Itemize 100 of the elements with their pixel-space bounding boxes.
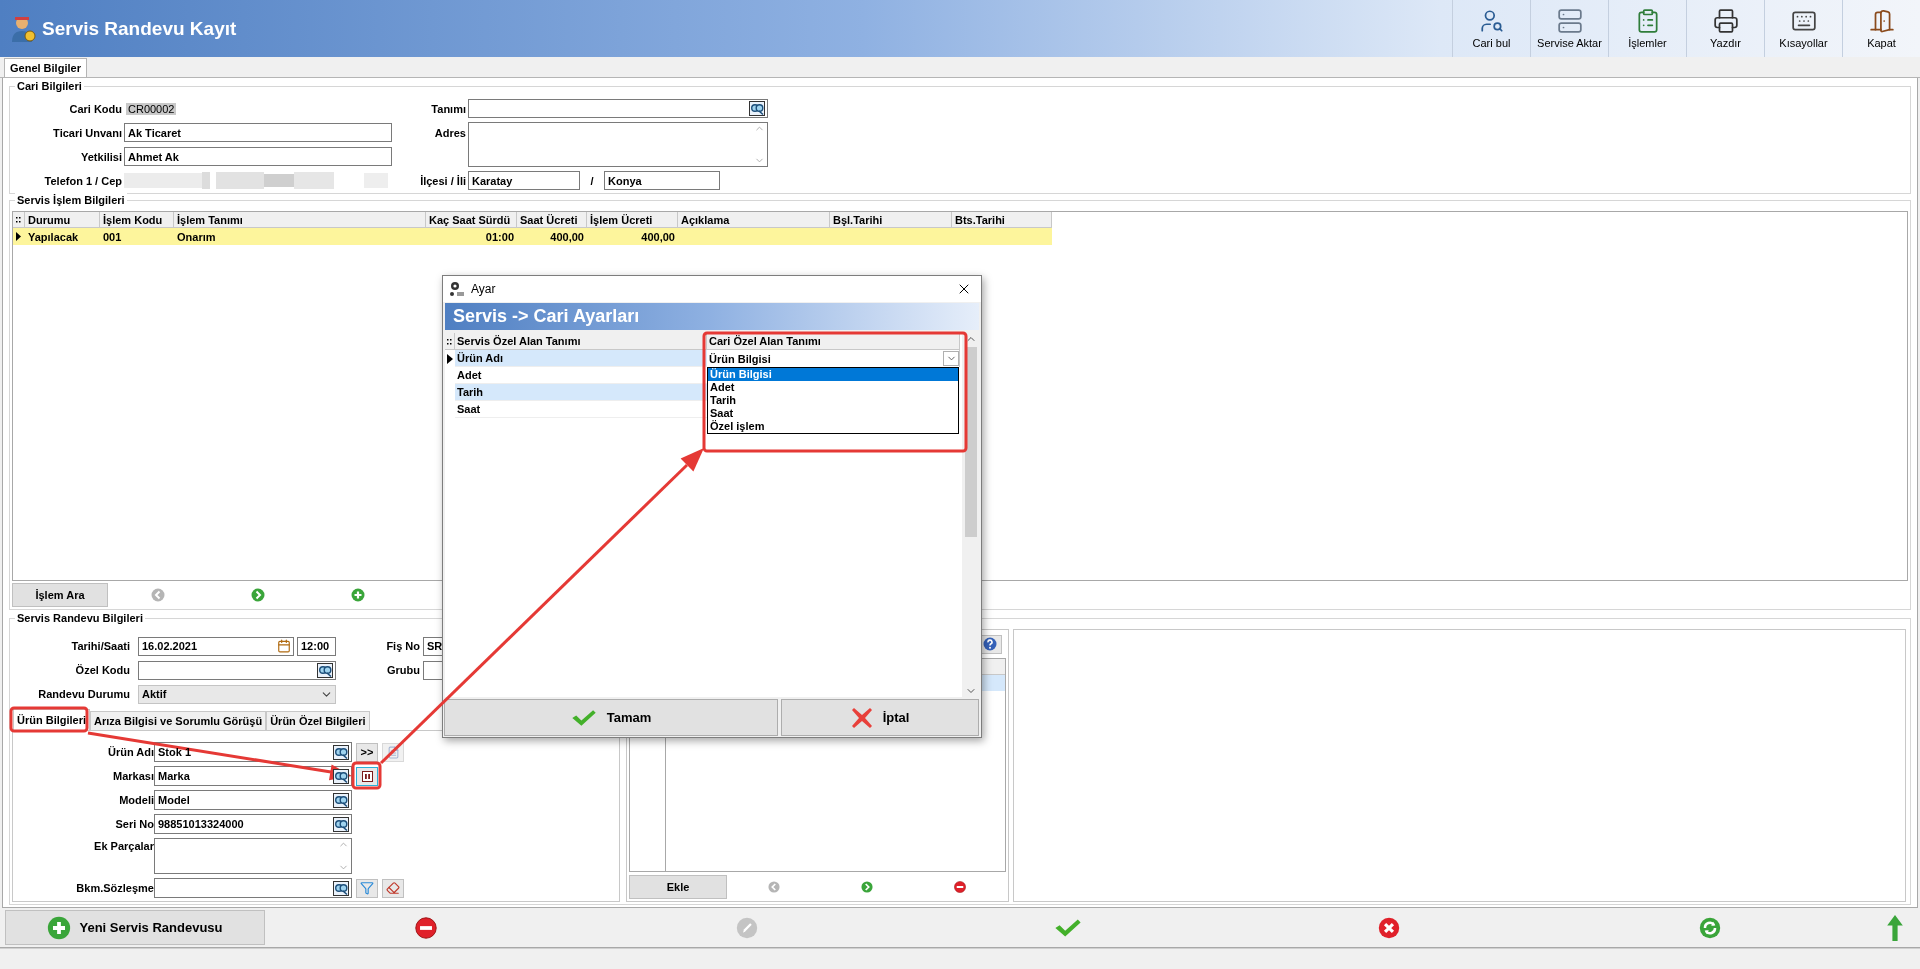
- printer-icon: [1712, 8, 1739, 34]
- field-label: Modeli: [118, 794, 154, 806]
- column-header[interactable]: Bts.Tarihi: [952, 212, 1052, 228]
- text-field[interactable]: Ak Ticaret: [124, 123, 392, 142]
- text-field[interactable]: [154, 878, 352, 898]
- column-header[interactable]: Bşl.Tarihi: [830, 212, 952, 228]
- field-label: Yetkilisi: [80, 150, 122, 163]
- group-title: Cari Bilgileri: [15, 79, 84, 93]
- field-label: Ek Parçalar: [93, 840, 154, 852]
- square-icon: [361, 770, 373, 782]
- table-cell-text: 400,00: [640, 229, 676, 245]
- field-label: Adres: [433, 126, 466, 139]
- grip-icon: [447, 337, 452, 345]
- toolbar-button[interactable]: Cari bul: [1452, 0, 1530, 57]
- settings-button[interactable]: [356, 766, 378, 786]
- toolbar-button[interactable]: Kısayollar: [1764, 0, 1842, 57]
- door-icon: [1868, 8, 1895, 34]
- column-header[interactable]: İşlem Tanımı: [174, 212, 426, 228]
- dropdown-option[interactable]: Özel işlem: [708, 420, 958, 433]
- eraser-button[interactable]: [382, 878, 404, 898]
- field-label: Ürün Adı: [106, 746, 154, 758]
- code-value: CR00002: [126, 102, 177, 115]
- column-header[interactable]: Kaç Saat Sürdü: [426, 212, 517, 228]
- form-button[interactable]: [382, 742, 404, 762]
- search-icon[interactable]: [333, 816, 349, 832]
- tab[interactable]: Arıza Bilgisi ve Sorumlu Görüşü: [90, 711, 267, 730]
- text-field[interactable]: Karatay: [468, 171, 580, 190]
- refresh-icon[interactable]: [1698, 916, 1721, 939]
- cancel-button[interactable]: İptal: [781, 699, 979, 736]
- dropdown-option[interactable]: Ürün Bilgisi: [708, 368, 958, 381]
- x-icon: [850, 706, 873, 729]
- search-icon[interactable]: [317, 662, 333, 678]
- minus-circle-icon[interactable]: [953, 880, 966, 893]
- search-button[interactable]: İşlem Ara: [12, 583, 108, 607]
- text-field[interactable]: Ahmet Ak: [124, 147, 392, 166]
- keyboard-icon: [1790, 8, 1817, 34]
- field-label: Grubu: [386, 664, 420, 676]
- search-icon[interactable]: [333, 792, 349, 808]
- toolbar-button[interactable]: Servise Aktar: [1530, 0, 1608, 57]
- ok-button[interactable]: Tamam: [444, 699, 778, 736]
- column-header[interactable]: Durumu: [25, 212, 100, 228]
- field-label: Ticari Unvanı: [52, 126, 122, 139]
- calendar-icon[interactable]: [277, 639, 291, 653]
- dialog-heading: Servis -> Cari Ayarları: [453, 306, 640, 327]
- field-label: Tanımı: [430, 102, 466, 115]
- column-header[interactable]: İşlem Kodu: [100, 212, 174, 228]
- new-appointment-button[interactable]: Yeni Servis Randevusu: [5, 910, 265, 945]
- search-icon[interactable]: [333, 768, 349, 784]
- date-field[interactable]: 16.02.2021: [138, 636, 294, 656]
- text-field[interactable]: [468, 99, 768, 118]
- minus-circle-icon[interactable]: [414, 916, 437, 939]
- text-field[interactable]: [138, 660, 336, 680]
- column-header[interactable]: Açıklama: [678, 212, 830, 228]
- search-icon[interactable]: [333, 880, 349, 896]
- tab[interactable]: Ürün Özel Bilgileri: [266, 711, 370, 730]
- document-icon: [386, 745, 400, 759]
- search-icon[interactable]: [333, 744, 349, 760]
- gear-icon: [449, 281, 465, 297]
- x-circle-icon[interactable]: [1377, 916, 1400, 939]
- field-select[interactable]: Ürün Bilgisi: [707, 350, 960, 367]
- dropdown-option[interactable]: Saat: [708, 407, 958, 420]
- help-icon: [983, 637, 997, 651]
- field-label: Markası: [112, 770, 154, 782]
- dropdown-option[interactable]: Tarih: [708, 394, 958, 407]
- table-cell-text: 01:00: [484, 229, 515, 245]
- time-field[interactable]: 12:00: [297, 636, 336, 656]
- field-label: Fiş No: [385, 640, 420, 652]
- field-label: Telefon 1 / Cep: [43, 174, 122, 187]
- more-button[interactable]: >>: [356, 742, 378, 762]
- status-select[interactable]: Aktif: [138, 684, 336, 704]
- grip-icon: [16, 216, 21, 223]
- highlight-frame: [351, 761, 382, 790]
- filter-button[interactable]: [356, 878, 378, 898]
- toolbar-button[interactable]: Yazdır: [1686, 0, 1764, 57]
- column-header[interactable]: Servis Özel Alan Tanımı: [455, 333, 707, 350]
- field-label: Cari Kodu: [68, 102, 122, 115]
- add-button[interactable]: Ekle: [629, 874, 727, 899]
- separator-text: /: [589, 174, 595, 187]
- search-icon[interactable]: [749, 101, 765, 116]
- dialog-title: Ayar: [471, 282, 496, 296]
- text-field[interactable]: Konya: [604, 171, 720, 190]
- text-field[interactable]: Marka: [154, 766, 352, 786]
- tab[interactable]: Genel Bilgiler: [4, 58, 87, 77]
- table-cell: Tarih: [455, 384, 707, 401]
- text-field[interactable]: Model: [154, 790, 352, 810]
- plus-circle-icon[interactable]: [47, 915, 72, 940]
- scrollbar[interactable]: [962, 333, 979, 697]
- server-icon: [1556, 8, 1583, 34]
- field-label: Tarihi/Saati: [70, 640, 130, 652]
- table-cell: Ürün Adı: [455, 350, 707, 367]
- group-title: Servis İşlem Bilgileri: [15, 193, 127, 207]
- dropdown-option[interactable]: Adet: [708, 381, 958, 394]
- text-field[interactable]: 98851013324000: [154, 814, 352, 834]
- toolbar-button[interactable]: İşlemler: [1608, 0, 1686, 57]
- plus-circle-icon[interactable]: [351, 588, 365, 602]
- table-row[interactable]: Yapılacak 001 Onarım 01:00 400,00 400,00: [13, 228, 1052, 245]
- up-arrow-icon[interactable]: [1886, 914, 1904, 941]
- column-header[interactable]: İşlem Ücreti: [587, 212, 678, 228]
- column-header[interactable]: Saat Ücreti: [517, 212, 587, 228]
- toolbar-button[interactable]: Kapat: [1842, 0, 1920, 57]
